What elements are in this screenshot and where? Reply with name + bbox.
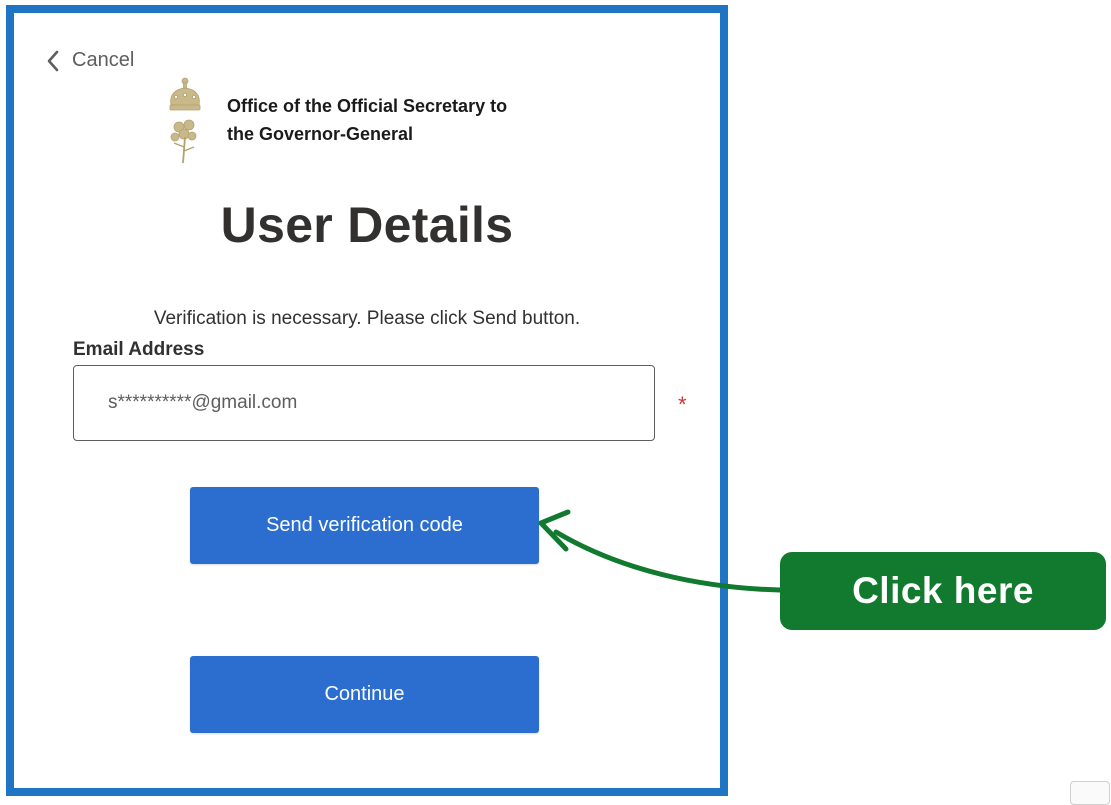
org-name: Office of the Official Secretary to the …	[227, 96, 508, 144]
chevron-left-icon	[47, 50, 59, 71]
corner-widget	[1070, 781, 1110, 805]
crown-crest-icon	[169, 77, 201, 164]
continue-button[interactable]: Continue	[190, 656, 539, 733]
sign-in-panel: Cancel Office of the Official Secretary …	[6, 5, 728, 796]
email-label: Email Address	[73, 339, 205, 360]
required-marker: *	[678, 392, 687, 417]
click-here-callout: Click here	[780, 552, 1106, 630]
page-title: User Details	[220, 197, 514, 253]
intro-text: Verification is necessary. Please click …	[153, 308, 581, 329]
org-logo: Office of the Official Secretary to the …	[159, 75, 567, 165]
cancel-link[interactable]: Cancel	[46, 49, 134, 72]
cancel-label: Cancel	[72, 49, 135, 71]
send-verification-code-button[interactable]: Send verification code	[190, 487, 539, 564]
email-input[interactable]	[73, 365, 655, 441]
